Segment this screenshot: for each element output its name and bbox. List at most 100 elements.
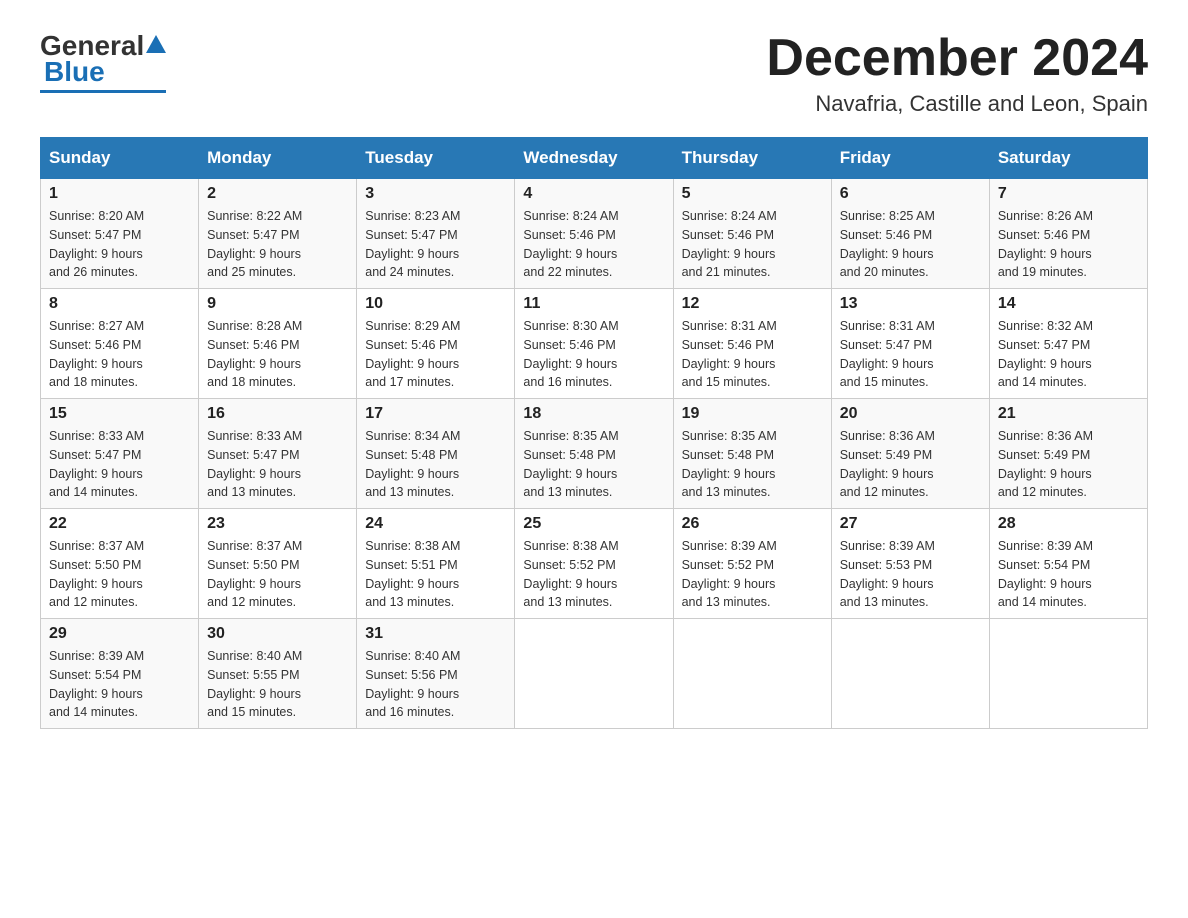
calendar-cell: 8Sunrise: 8:27 AMSunset: 5:46 PMDaylight… xyxy=(41,289,199,399)
col-tuesday: Tuesday xyxy=(357,138,515,179)
logo: General Blue xyxy=(40,30,166,93)
day-info: Sunrise: 8:37 AMSunset: 5:50 PMDaylight:… xyxy=(49,537,190,612)
day-info: Sunrise: 8:27 AMSunset: 5:46 PMDaylight:… xyxy=(49,317,190,392)
calendar-cell: 14Sunrise: 8:32 AMSunset: 5:47 PMDayligh… xyxy=(989,289,1147,399)
col-wednesday: Wednesday xyxy=(515,138,673,179)
calendar-cell: 20 Sunrise: 8:36 AMSunset: 5:49 PMDayligh… xyxy=(831,399,989,509)
day-info: Sunrise: 8:36 AMSunset: 5:49 PMDaylight:… xyxy=(998,427,1139,502)
day-number: 3 xyxy=(365,185,506,203)
day-info: Sunrise: 8:34 AMSunset: 5:48 PMDaylight:… xyxy=(365,427,506,502)
calendar-cell: 12Sunrise: 8:31 AMSunset: 5:46 PMDayligh… xyxy=(673,289,831,399)
calendar-week-5: 29 Sunrise: 8:39 AMSunset: 5:54 PMDayligh… xyxy=(41,619,1148,729)
day-info: Sunrise: 8:39 AMSunset: 5:54 PMDaylight:… xyxy=(49,647,190,722)
day-number: 7 xyxy=(998,185,1139,203)
day-info: Sunrise: 8:28 AMSunset: 5:46 PMDaylight:… xyxy=(207,317,348,392)
day-number: 11 xyxy=(523,295,664,313)
day-number: 21 xyxy=(998,405,1139,423)
day-number: 13 xyxy=(840,295,981,313)
day-info: Sunrise: 8:24 AMSunset: 5:46 PMDaylight:… xyxy=(523,207,664,282)
day-number: 15 xyxy=(49,405,190,423)
day-info: Sunrise: 8:37 AMSunset: 5:50 PMDaylight:… xyxy=(207,537,348,612)
day-info: Sunrise: 8:40 AMSunset: 5:55 PMDaylight:… xyxy=(207,647,348,722)
calendar-cell: 7Sunrise: 8:26 AMSunset: 5:46 PMDaylight… xyxy=(989,179,1147,289)
col-sunday: Sunday xyxy=(41,138,199,179)
calendar-cell: 24 Sunrise: 8:38 AMSunset: 5:51 PMDayligh… xyxy=(357,509,515,619)
calendar-cell: 6 Sunrise: 8:25 AMSunset: 5:46 PMDaylight… xyxy=(831,179,989,289)
day-info: Sunrise: 8:35 AMSunset: 5:48 PMDaylight:… xyxy=(523,427,664,502)
day-info: Sunrise: 8:31 AMSunset: 5:46 PMDaylight:… xyxy=(682,317,823,392)
day-number: 4 xyxy=(523,185,664,203)
calendar-cell: 27 Sunrise: 8:39 AMSunset: 5:53 PMDayligh… xyxy=(831,509,989,619)
day-number: 28 xyxy=(998,515,1139,533)
day-info: Sunrise: 8:40 AMSunset: 5:56 PMDaylight:… xyxy=(365,647,506,722)
day-info: Sunrise: 8:30 AMSunset: 5:46 PMDaylight:… xyxy=(523,317,664,392)
day-info: Sunrise: 8:35 AMSunset: 5:48 PMDaylight:… xyxy=(682,427,823,502)
calendar-cell: 15 Sunrise: 8:33 AMSunset: 5:47 PMDayligh… xyxy=(41,399,199,509)
day-number: 27 xyxy=(840,515,981,533)
day-info: Sunrise: 8:31 AMSunset: 5:47 PMDaylight:… xyxy=(840,317,981,392)
day-info: Sunrise: 8:29 AMSunset: 5:46 PMDaylight:… xyxy=(365,317,506,392)
calendar-cell xyxy=(673,619,831,729)
day-info: Sunrise: 8:25 AMSunset: 5:46 PMDaylight:… xyxy=(840,207,981,282)
calendar-cell xyxy=(989,619,1147,729)
col-thursday: Thursday xyxy=(673,138,831,179)
calendar-cell: 19Sunrise: 8:35 AMSunset: 5:48 PMDayligh… xyxy=(673,399,831,509)
day-number: 30 xyxy=(207,625,348,643)
title-area: December 2024 Navafria, Castille and Leo… xyxy=(766,30,1148,117)
calendar-week-3: 15 Sunrise: 8:33 AMSunset: 5:47 PMDayligh… xyxy=(41,399,1148,509)
calendar-cell: 3 Sunrise: 8:23 AMSunset: 5:47 PMDaylight… xyxy=(357,179,515,289)
logo-blue-text: Blue xyxy=(44,56,105,88)
header-row: Sunday Monday Tuesday Wednesday Thursday… xyxy=(41,138,1148,179)
day-info: Sunrise: 8:32 AMSunset: 5:47 PMDaylight:… xyxy=(998,317,1139,392)
calendar-week-4: 22 Sunrise: 8:37 AMSunset: 5:50 PMDayligh… xyxy=(41,509,1148,619)
day-number: 25 xyxy=(523,515,664,533)
calendar-cell: 30 Sunrise: 8:40 AMSunset: 5:55 PMDayligh… xyxy=(199,619,357,729)
day-info: Sunrise: 8:23 AMSunset: 5:47 PMDaylight:… xyxy=(365,207,506,282)
day-number: 24 xyxy=(365,515,506,533)
day-info: Sunrise: 8:33 AMSunset: 5:47 PMDaylight:… xyxy=(49,427,190,502)
calendar-cell: 25Sunrise: 8:38 AMSunset: 5:52 PMDayligh… xyxy=(515,509,673,619)
calendar-cell: 23Sunrise: 8:37 AMSunset: 5:50 PMDayligh… xyxy=(199,509,357,619)
day-number: 2 xyxy=(207,185,348,203)
calendar-cell: 26 Sunrise: 8:39 AMSunset: 5:52 PMDayligh… xyxy=(673,509,831,619)
day-info: Sunrise: 8:20 AMSunset: 5:47 PMDaylight:… xyxy=(49,207,190,282)
day-info: Sunrise: 8:39 AMSunset: 5:52 PMDaylight:… xyxy=(682,537,823,612)
day-info: Sunrise: 8:39 AMSunset: 5:54 PMDaylight:… xyxy=(998,537,1139,612)
calendar-cell xyxy=(515,619,673,729)
calendar-cell: 11 Sunrise: 8:30 AMSunset: 5:46 PMDayligh… xyxy=(515,289,673,399)
day-number: 9 xyxy=(207,295,348,313)
col-friday: Friday xyxy=(831,138,989,179)
calendar-week-1: 1 Sunrise: 8:20 AMSunset: 5:47 PMDaylight… xyxy=(41,179,1148,289)
calendar-cell: 9 Sunrise: 8:28 AMSunset: 5:46 PMDaylight… xyxy=(199,289,357,399)
day-number: 22 xyxy=(49,515,190,533)
calendar-cell: 1 Sunrise: 8:20 AMSunset: 5:47 PMDaylight… xyxy=(41,179,199,289)
day-number: 6 xyxy=(840,185,981,203)
page-header: General Blue December 2024 Navafria, Cas… xyxy=(40,30,1148,117)
day-info: Sunrise: 8:33 AMSunset: 5:47 PMDaylight:… xyxy=(207,427,348,502)
col-saturday: Saturday xyxy=(989,138,1147,179)
day-info: Sunrise: 8:38 AMSunset: 5:51 PMDaylight:… xyxy=(365,537,506,612)
day-info: Sunrise: 8:36 AMSunset: 5:49 PMDaylight:… xyxy=(840,427,981,502)
day-number: 16 xyxy=(207,405,348,423)
day-number: 26 xyxy=(682,515,823,533)
calendar-cell: 5 Sunrise: 8:24 AMSunset: 5:46 PMDaylight… xyxy=(673,179,831,289)
day-number: 1 xyxy=(49,185,190,203)
calendar-cell: 16 Sunrise: 8:33 AMSunset: 5:47 PMDayligh… xyxy=(199,399,357,509)
calendar-cell: 13 Sunrise: 8:31 AMSunset: 5:47 PMDayligh… xyxy=(831,289,989,399)
day-number: 29 xyxy=(49,625,190,643)
day-info: Sunrise: 8:39 AMSunset: 5:53 PMDaylight:… xyxy=(840,537,981,612)
day-number: 20 xyxy=(840,405,981,423)
calendar-cell: 21 Sunrise: 8:36 AMSunset: 5:49 PMDayligh… xyxy=(989,399,1147,509)
day-number: 5 xyxy=(682,185,823,203)
day-info: Sunrise: 8:22 AMSunset: 5:47 PMDaylight:… xyxy=(207,207,348,282)
location-title: Navafria, Castille and Leon, Spain xyxy=(766,91,1148,117)
calendar-cell: 29 Sunrise: 8:39 AMSunset: 5:54 PMDayligh… xyxy=(41,619,199,729)
day-number: 10 xyxy=(365,295,506,313)
logo-triangle-icon xyxy=(146,35,166,53)
calendar-cell: 18Sunrise: 8:35 AMSunset: 5:48 PMDayligh… xyxy=(515,399,673,509)
day-number: 17 xyxy=(365,405,506,423)
calendar-cell: 2 Sunrise: 8:22 AMSunset: 5:47 PMDaylight… xyxy=(199,179,357,289)
calendar-cell: 10 Sunrise: 8:29 AMSunset: 5:46 PMDayligh… xyxy=(357,289,515,399)
col-monday: Monday xyxy=(199,138,357,179)
day-info: Sunrise: 8:24 AMSunset: 5:46 PMDaylight:… xyxy=(682,207,823,282)
